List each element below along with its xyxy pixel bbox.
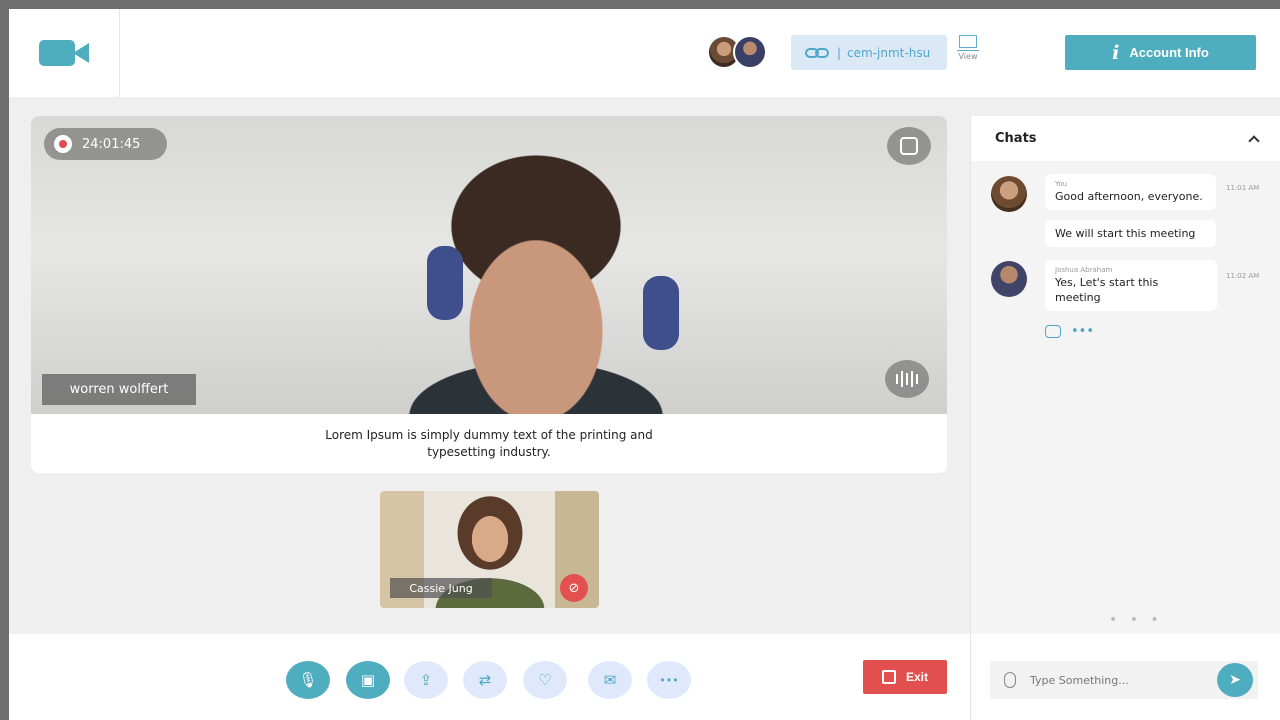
audio-level-button[interactable] [885,360,929,398]
control-bar: 🎙 ▣ ⇪ ⇄ ♡ ✉ ••• Exit [9,634,970,720]
main-video-feed[interactable]: 24:01:45 worren wolffert [31,116,947,414]
reply-icon[interactable] [1045,325,1061,338]
participants-icon: ⇄ [478,671,492,689]
info-icon: i [1112,41,1120,64]
chat-title: Chats [995,131,1037,146]
attachment-icon[interactable] [1004,672,1016,688]
message-time: 11:02 AM [1226,272,1260,280]
view-label: View [958,52,978,61]
participant-avatars[interactable] [707,35,777,71]
video-camera-logo-icon [39,40,89,66]
chevron-up-icon[interactable] [1248,134,1260,147]
caption-text: Lorem Ipsum is simply dummy text of the … [325,427,653,459]
camera-button[interactable]: ▣ [346,661,390,699]
reactions-button[interactable]: ♡ [523,661,567,699]
chat-input-box: ➤ [990,661,1258,699]
meeting-code: cem-jnmt-hsu [847,45,931,60]
exit-button[interactable]: Exit [863,660,947,694]
participants-button[interactable]: ⇄ [463,661,507,699]
chat-input-area: ➤ [970,634,1280,720]
chat-bubble: You Good afternoon, everyone. [1045,174,1216,210]
audio-wave-icon [906,373,908,385]
exit-icon [881,670,896,684]
live-caption: Lorem Ipsum is simply dummy text of the … [31,414,947,473]
chat-icon: ✉ [603,671,617,689]
send-icon: ➤ [1229,672,1241,688]
message-sender: Joshua Abraham [1055,266,1113,274]
link-icon [805,46,831,60]
message-input[interactable] [1030,673,1200,687]
send-button[interactable]: ➤ [1217,663,1253,697]
recording-indicator: 24:01:45 [44,128,167,160]
fullscreen-button[interactable] [887,127,931,165]
message-time: 11:01 AM [1226,184,1260,192]
avatar [733,35,767,69]
avatar [991,176,1027,212]
audio-wave-icon [901,371,903,387]
message-text: Good afternoon, everyone. [1055,190,1203,203]
message-sender: You [1055,180,1068,188]
message-text: Yes, Let's start this meeting [1055,276,1159,304]
speaker-name-tag: worren wolffert [42,374,196,405]
audio-wave-icon [896,374,898,384]
more-button[interactable]: ••• [647,661,691,699]
message-text: We will start this meeting [1055,227,1196,240]
chat-bubble: We will start this meeting [1045,220,1216,247]
recording-timer: 24:01:45 [82,136,141,152]
separator: | [837,45,842,60]
main-video-card: 24:01:45 worren wolffert Lorem Ipsum is … [31,116,947,473]
chat-panel: Chats You Good afternoon, everyone. 11:0… [970,116,1280,720]
participant-name-tag: Cassie Jung [390,578,492,598]
microphone-icon: 🎙 [298,671,318,689]
view-button[interactable]: View [955,35,981,73]
more-icon: ••• [659,673,679,687]
chat-header[interactable]: Chats [971,116,1280,161]
logo-cell [9,9,120,97]
record-icon [54,135,72,153]
top-bar: | cem-jnmt-hsu View i Account Info [9,9,1280,97]
heart-icon: ♡ [538,671,552,689]
fullscreen-icon [900,137,918,155]
audio-wave-icon [916,374,918,384]
headphone-shape [643,276,679,350]
meeting-link-button[interactable]: | cem-jnmt-hsu [791,35,947,70]
mic-off-icon: ⊘ [560,574,588,602]
share-screen-button[interactable]: ⇪ [404,661,448,699]
camera-icon: ▣ [360,671,376,689]
typing-indicator: • • • [1109,612,1163,628]
app-frame: | cem-jnmt-hsu View i Account Info 24:01… [9,9,1280,720]
account-info-button[interactable]: i Account Info [1065,35,1256,70]
chat-button[interactable]: ✉ [588,661,632,699]
microphone-button[interactable]: 🎙 [286,661,330,699]
exit-label: Exit [905,670,928,684]
monitor-icon [957,35,979,51]
share-screen-icon: ⇪ [419,671,433,689]
headphone-shape [427,246,463,320]
audio-wave-icon [911,371,913,387]
participant-thumbnail[interactable]: Cassie Jung ⊘ [380,491,599,608]
message-actions: ••• [1045,324,1094,339]
avatar [991,261,1027,297]
more-options-icon[interactable]: ••• [1071,324,1094,339]
account-info-label: Account Info [1129,45,1209,60]
chat-bubble: Joshua Abraham Yes, Let's start this mee… [1045,260,1217,311]
